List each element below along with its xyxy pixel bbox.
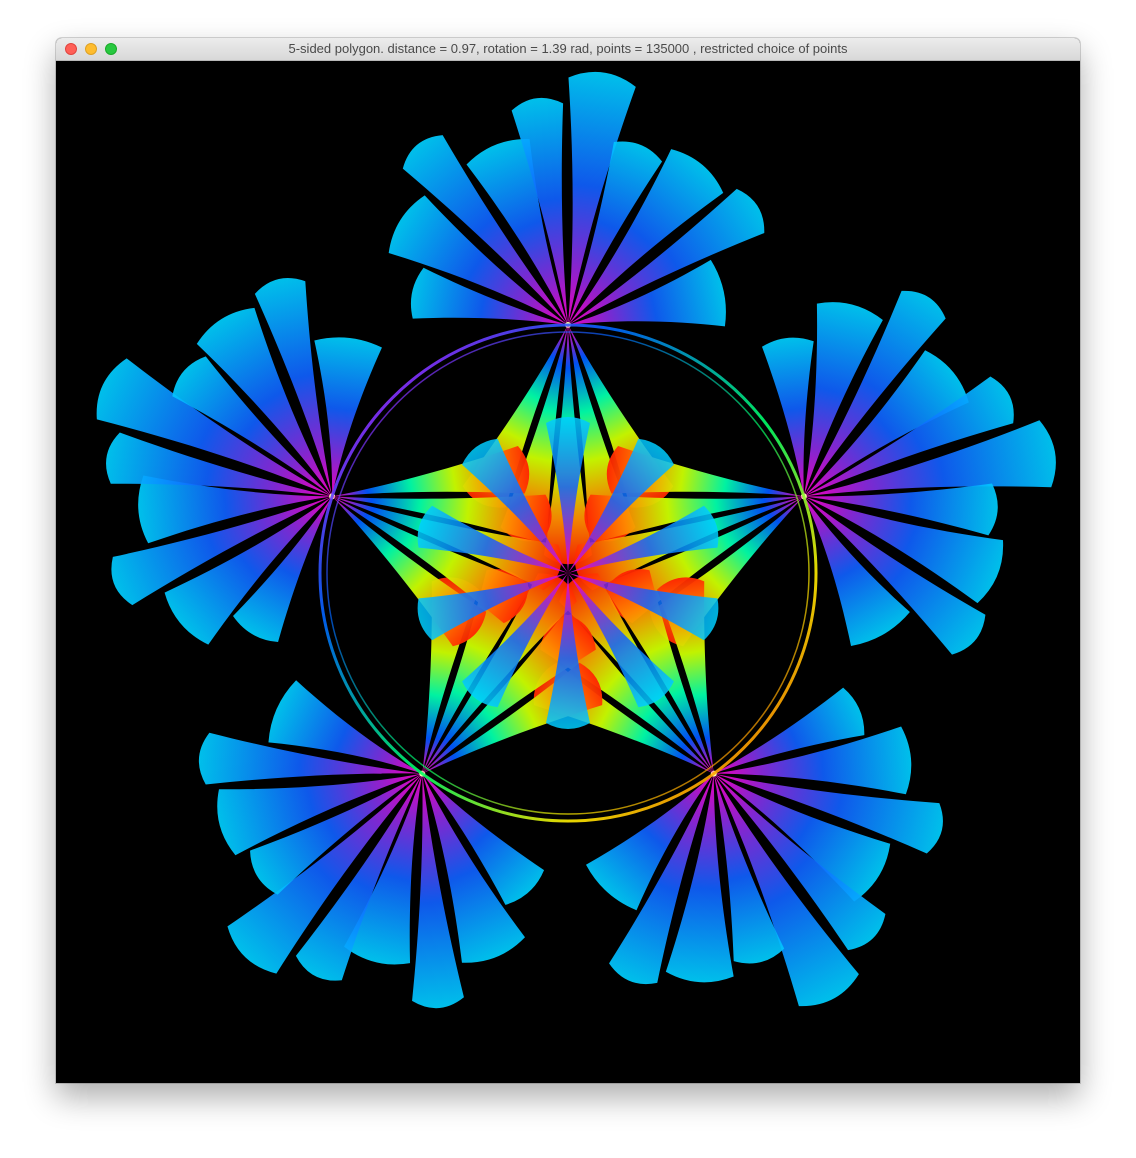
- fan-cluster: [761, 290, 1056, 655]
- fan-cluster: [96, 278, 382, 645]
- fractal-image: [96, 71, 1056, 1009]
- fan-cluster: [388, 71, 765, 328]
- fractal-canvas: [56, 61, 1080, 1083]
- title-bar[interactable]: 5-sided polygon. distance = 0.97, rotati…: [56, 38, 1080, 61]
- window-title: 5-sided polygon. distance = 0.97, rotati…: [288, 41, 848, 56]
- app-window: 5-sided polygon. distance = 0.97, rotati…: [56, 38, 1080, 1083]
- inner-star: [332, 325, 804, 774]
